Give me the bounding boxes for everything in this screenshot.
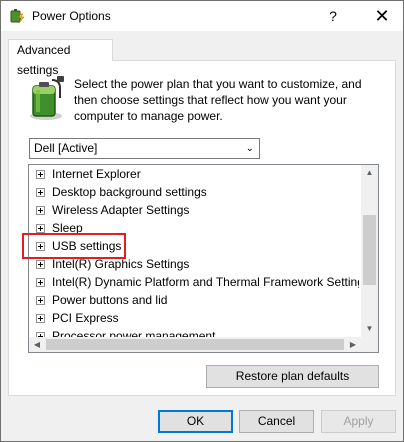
expand-icon[interactable] [36,188,45,197]
tree-item-label: PCI Express [52,311,119,325]
expand-icon[interactable] [36,260,45,269]
chevron-down-icon: ⌄ [245,143,254,154]
tree-item-label: Internet Explorer [52,167,141,181]
tree-item-label: Intel(R) Dynamic Platform and Thermal Fr… [52,275,359,289]
tree-item-label: Sleep [52,221,83,235]
horizontal-scroll-thumb[interactable] [46,339,344,350]
tree-item-label: Desktop background settings [52,185,207,199]
power-options-icon [10,9,25,24]
tree-item-label: Processor power management [52,329,216,337]
scroll-up-arrow-icon[interactable]: ▲ [361,165,378,181]
tree-item-label: Wireless Adapter Settings [52,203,190,217]
window-title: Power Options [32,9,111,23]
expand-icon[interactable] [36,224,45,233]
settings-tree-items: Internet Explorer Desktop background set… [29,165,359,337]
expand-icon[interactable] [36,296,45,305]
apply-button[interactable]: Apply [321,410,396,433]
vertical-scrollbar[interactable]: ▲ ▼ [361,165,378,337]
scrollbar-corner [361,337,378,352]
help-button[interactable]: ? [317,1,349,31]
description-text: Select the power plan that you want to c… [74,77,362,123]
settings-tree[interactable]: Internet Explorer Desktop background set… [28,164,379,353]
ok-button[interactable]: OK [158,410,233,433]
close-button[interactable]: ✕ [363,1,401,31]
battery-power-icon [30,76,64,120]
expand-icon[interactable] [36,314,45,323]
expand-icon[interactable] [36,170,45,179]
tree-item-label: Intel(R) Graphics Settings [52,257,190,271]
horizontal-scrollbar[interactable]: ◀ ▶ [29,337,361,352]
title-bar: Power Options ? ✕ [1,1,403,31]
vertical-scroll-thumb[interactable] [363,215,376,285]
power-plan-dropdown[interactable]: Dell [Active] ⌄ [29,138,260,159]
scroll-down-arrow-icon[interactable]: ▼ [361,321,378,337]
tab-advanced-settings[interactable]: Advanced settings [8,39,113,77]
scroll-left-arrow-icon[interactable]: ◀ [29,337,45,352]
restore-plan-defaults-button[interactable]: Restore plan defaults [206,365,379,388]
cancel-button[interactable]: Cancel [239,410,314,433]
expand-icon[interactable] [36,206,45,215]
power-plan-value: Dell [Active] [34,141,98,155]
expand-icon[interactable] [36,242,45,251]
tree-item-label: USB settings [52,239,122,253]
scroll-right-arrow-icon[interactable]: ▶ [345,337,361,352]
power-options-dialog: Power Options ? ✕ Advanced settings Sele… [0,0,404,442]
tree-item-label: Power buttons and lid [52,293,168,307]
expand-icon[interactable] [36,278,45,287]
